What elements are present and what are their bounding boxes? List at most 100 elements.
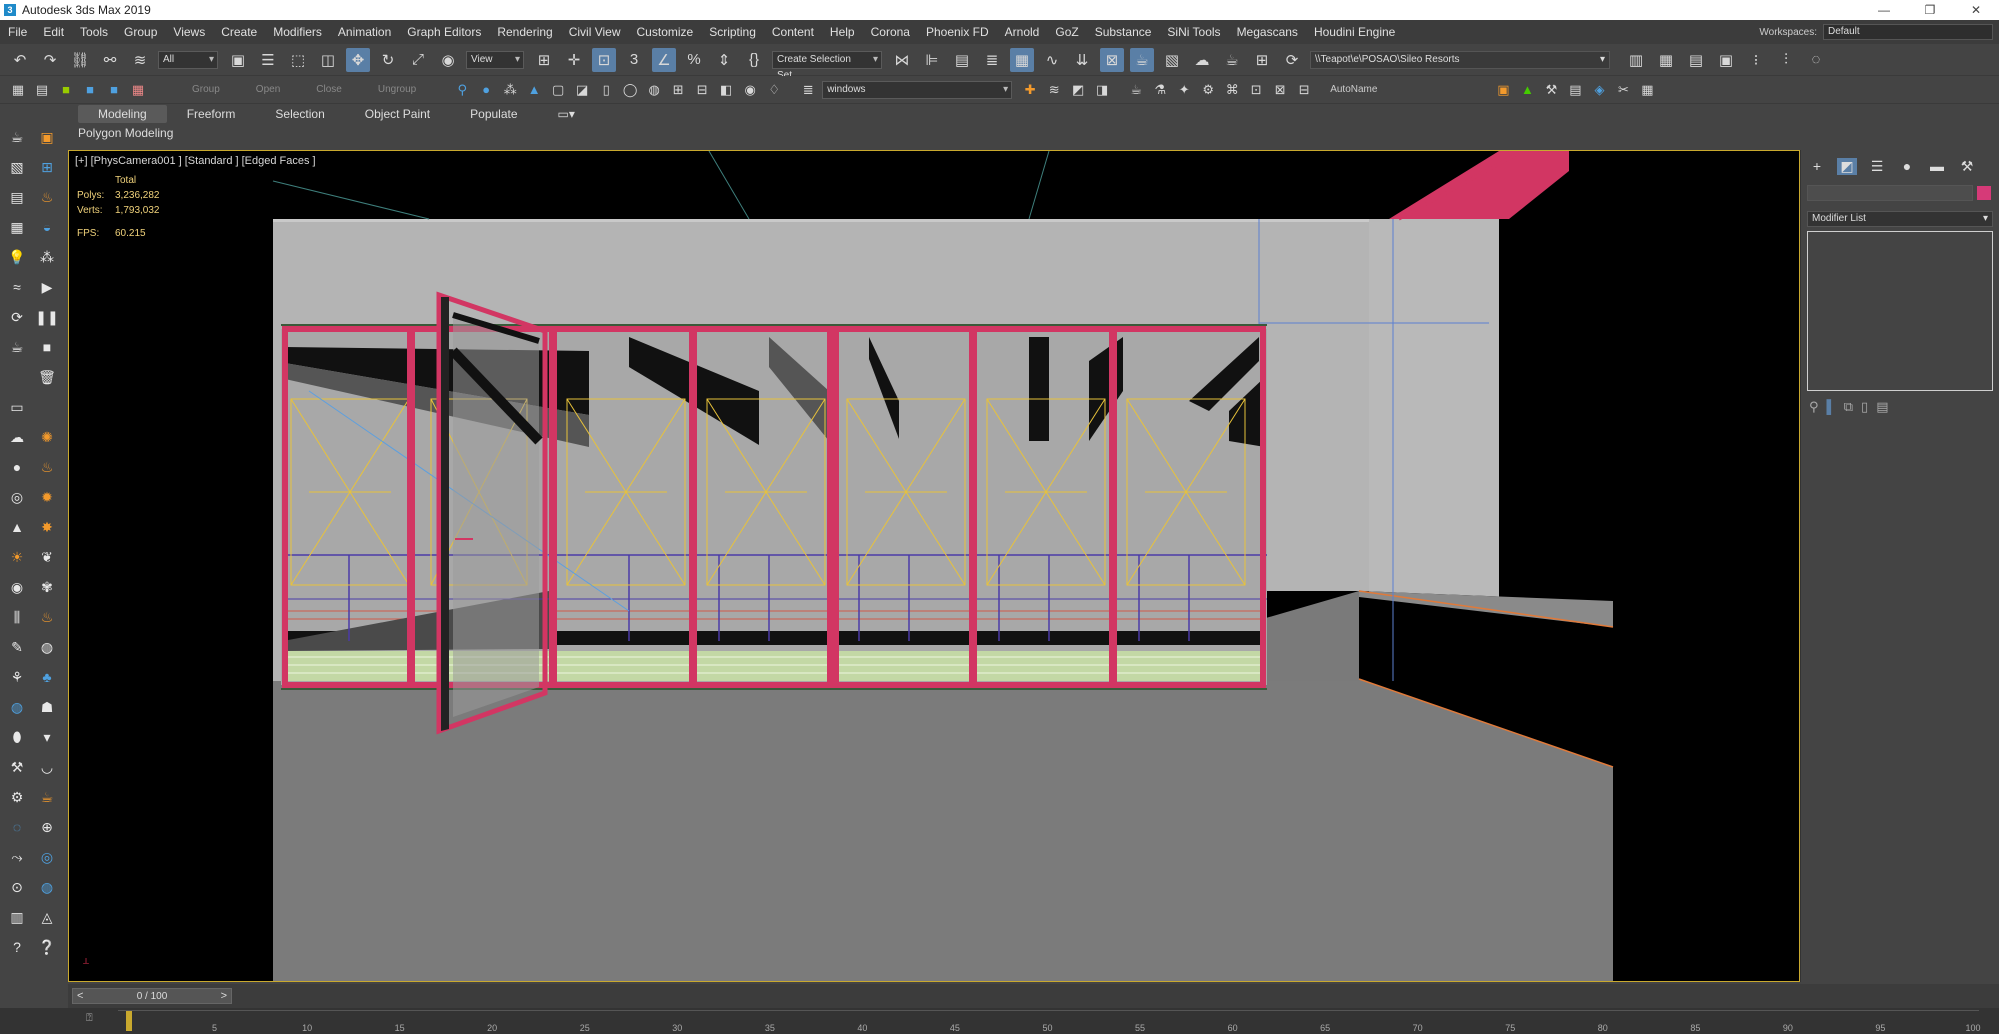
select-by-name-icon[interactable]: ☰: [256, 48, 280, 72]
globe-icon[interactable]: ◍: [2, 692, 32, 722]
bulb-icon[interactable]: 💡: [2, 242, 32, 272]
reference-coordinate-dropdown[interactable]: View: [466, 50, 524, 69]
menu-modifiers[interactable]: Modifiers: [265, 25, 330, 39]
tool-c-icon[interactable]: ⚗: [1150, 78, 1170, 102]
sphere-icon[interactable]: ●: [2, 452, 32, 482]
menu-file[interactable]: File: [0, 25, 35, 39]
trash-icon[interactable]: 🗑: [32, 362, 62, 392]
unlink-icon[interactable]: ⚯: [98, 48, 122, 72]
grid-icon[interactable]: ⊞: [668, 78, 688, 102]
snapshot-icon[interactable]: ◌: [1804, 48, 1828, 72]
person-icon[interactable]: ⚘: [2, 662, 32, 692]
geosphere-icon[interactable]: ◍: [644, 78, 664, 102]
minimize-button[interactable]: —: [1861, 0, 1907, 20]
tab-modeling[interactable]: Modeling: [78, 105, 167, 123]
window-icon[interactable]: ◧: [716, 78, 736, 102]
pivot-center-icon[interactable]: ⊞: [532, 48, 556, 72]
scale-icon[interactable]: ⤢: [406, 48, 430, 72]
link-icon[interactable]: ⛓: [68, 48, 92, 72]
fan-icon[interactable]: ✾: [32, 572, 62, 602]
snapshot-icon[interactable]: ▧: [2, 152, 32, 182]
leaf-icon[interactable]: ❦: [32, 542, 62, 572]
project-path-field[interactable]: \\Teapot\e\POSAO\Sileo Resorts: [1310, 50, 1610, 69]
explode-icon[interactable]: ✸: [32, 512, 62, 542]
pot-icon[interactable]: ☕: [32, 782, 62, 812]
cloud-icon[interactable]: ☁: [2, 422, 32, 452]
torus-icon[interactable]: ◯: [620, 78, 640, 102]
cone-icon[interactable]: ▲: [524, 78, 544, 102]
disc-icon[interactable]: ◉: [2, 572, 32, 602]
object-color-swatch[interactable]: [1977, 186, 1991, 200]
spacing-tool-icon[interactable]: ⫶: [1774, 48, 1798, 72]
layer-dropdown[interactable]: windows: [822, 80, 1013, 99]
planet-icon[interactable]: ◌: [2, 812, 32, 842]
cone-icon[interactable]: ▲: [2, 512, 32, 542]
select-layer-icon[interactable]: ◨: [1092, 78, 1112, 102]
create-tab-icon[interactable]: +: [1807, 158, 1827, 175]
tab-populate[interactable]: Populate: [450, 105, 537, 123]
menu-arnold[interactable]: Arnold: [997, 25, 1048, 39]
pause-icon[interactable]: ❚❚: [32, 302, 62, 332]
shape-icon[interactable]: ⁂: [500, 78, 520, 102]
object-name-field[interactable]: [1807, 185, 1973, 201]
menu-tools[interactable]: Tools: [72, 25, 116, 39]
workspace-dropdown[interactable]: Default: [1823, 24, 1993, 40]
tool-l-icon[interactable]: ⚒: [1541, 78, 1561, 102]
render-in-cloud-icon[interactable]: ⊞: [1250, 48, 1274, 72]
path-icon[interactable]: ⤳: [2, 842, 32, 872]
utilities-tab-icon[interactable]: ⚒: [1957, 158, 1977, 175]
ball-icon[interactable]: ◍: [32, 632, 62, 662]
rotate-icon[interactable]: ↻: [376, 48, 400, 72]
lm-icon[interactable]: ■: [80, 78, 100, 102]
shell-icon[interactable]: ◬: [32, 902, 62, 932]
capsule-icon[interactable]: ⬮: [2, 722, 32, 752]
flame-icon[interactable]: ♨: [32, 452, 62, 482]
menu-animation[interactable]: Animation: [330, 25, 399, 39]
list-icon[interactable]: ▤: [2, 182, 32, 212]
scene-explorer-icon[interactable]: ▤: [950, 48, 974, 72]
render-setup-icon[interactable]: ☕: [1130, 47, 1154, 72]
layer-explorer-icon[interactable]: ≣: [980, 48, 1004, 72]
window-crossing-icon[interactable]: ◫: [316, 48, 340, 72]
render-icon[interactable]: ☕: [2, 332, 32, 362]
select-manipulate-icon[interactable]: ✛: [562, 48, 586, 72]
pin-icon[interactable]: ⚲: [452, 78, 472, 102]
tab-selection[interactable]: Selection: [255, 105, 344, 123]
tab-object-paint[interactable]: Object Paint: [345, 105, 450, 123]
tool-j-icon[interactable]: ▣: [1493, 78, 1513, 102]
align-icon[interactable]: ⊫: [920, 48, 944, 72]
move-icon[interactable]: ✥: [346, 47, 370, 72]
configure-sets-icon[interactable]: ▤: [1876, 399, 1888, 415]
open-label[interactable]: Open: [256, 84, 280, 95]
menu-sini-tools[interactable]: SiNi Tools: [1159, 25, 1228, 39]
target-icon[interactable]: ◎: [32, 842, 62, 872]
selection-filter-dropdown[interactable]: All: [158, 50, 218, 69]
menu-phoenix-fd[interactable]: Phoenix FD: [918, 25, 997, 39]
open-folder-icon[interactable]: ▦: [1654, 48, 1678, 72]
menu-megascans[interactable]: Megascans: [1229, 25, 1306, 39]
fire-icon[interactable]: ♨: [32, 182, 62, 212]
toggle-ribbon-icon[interactable]: ▦: [1010, 47, 1034, 72]
tool-e-icon[interactable]: ⚙: [1198, 78, 1218, 102]
menu-scripting[interactable]: Scripting: [701, 25, 764, 39]
menu-content[interactable]: Content: [764, 25, 822, 39]
gear-icon[interactable]: ⚙: [2, 782, 32, 812]
lt-icon[interactable]: ■: [104, 78, 124, 102]
menu-corona[interactable]: Corona: [863, 25, 918, 39]
teapot-icon[interactable]: ☕: [2, 122, 32, 152]
curve-editor-icon[interactable]: ∿: [1040, 48, 1064, 72]
eye-icon[interactable]: ◉: [740, 78, 760, 102]
named-selection-dropdown[interactable]: Create Selection Set: [772, 50, 882, 81]
sphere-icon[interactable]: ●: [476, 78, 496, 102]
stop-icon[interactable]: ■: [32, 332, 62, 362]
tool-m-icon[interactable]: ▤: [1565, 78, 1585, 102]
tree-icon[interactable]: ♣: [32, 662, 62, 692]
menu-substance[interactable]: Substance: [1087, 25, 1160, 39]
hammer-icon[interactable]: ⚒: [2, 752, 32, 782]
tool-d-icon[interactable]: ✦: [1174, 78, 1194, 102]
plane-icon[interactable]: ◪: [572, 78, 592, 102]
project-folder-icon[interactable]: ▥: [1624, 48, 1648, 72]
prev-frame-icon[interactable]: <: [77, 990, 83, 1002]
tool-b-icon[interactable]: ▤: [32, 78, 52, 102]
a360-gallery-icon[interactable]: ⟳: [1280, 48, 1304, 72]
